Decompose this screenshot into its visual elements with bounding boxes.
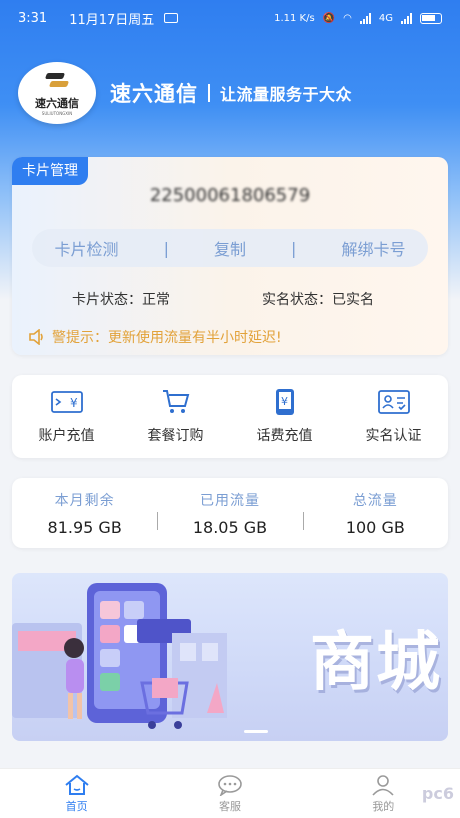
brand-header: 速六通信 SULIUTONGXIN 速六通信 让流量服务于大众 [18, 62, 352, 124]
used-flow: 已用流量 18.05 GB [157, 490, 302, 537]
card-manage-tag: 卡片管理 [12, 157, 88, 185]
user-icon [372, 774, 394, 796]
phone-recharge-button[interactable]: ¥ 话费充值 [230, 375, 339, 458]
ops-divider: | [163, 238, 169, 258]
network-type: 4G [378, 12, 393, 24]
tab-home[interactable]: 首页 [0, 769, 153, 818]
account-recharge-icon: ¥ [50, 389, 83, 415]
used-title: 已用流量 [199, 492, 260, 509]
notice-text: 警提示：更新使用流量有半小时延迟! [52, 330, 282, 346]
used-value: 18.05 GB [192, 517, 268, 537]
quick-actions: ¥ 账户充值 套餐订购 ¥ 话费充值 实名认证 [12, 375, 448, 458]
account-recharge-button[interactable]: ¥ 账户充值 [12, 375, 121, 458]
remaining-title: 本月剩余 [54, 492, 115, 509]
account-recharge-label: 账户充值 [38, 427, 95, 444]
realname-auth-label: 实名认证 [365, 427, 422, 444]
gallery-icon [164, 13, 179, 23]
id-card-icon [377, 389, 410, 415]
tab-service[interactable]: 客服 [153, 769, 306, 818]
brand-logo: 速六通信 SULIUTONGXIN [18, 62, 96, 124]
card-manage-panel: 卡片管理 22500061806579 卡片检测 | 复制 | 解绑卡号 卡片状… [12, 157, 448, 355]
watermark-logo: pc6 [421, 784, 454, 803]
wifi-icon: ◠ [343, 12, 352, 24]
phone-recharge-label: 话费充值 [256, 427, 313, 444]
mall-illustration [12, 583, 227, 729]
logo-mark-icon [42, 71, 72, 93]
realname-auth-button[interactable]: 实名认证 [339, 375, 448, 458]
card-ops-bar: 卡片检测 | 复制 | 解绑卡号 [32, 229, 428, 267]
brand-slogan: 让流量服务于大众 [220, 85, 353, 104]
mute-icon: 🔕 [322, 12, 336, 24]
copy-button[interactable]: 复制 [214, 236, 246, 260]
package-order-button[interactable]: 套餐订购 [121, 375, 230, 458]
speaker-icon [29, 329, 43, 345]
total-title: 总流量 [352, 492, 398, 509]
svg-text:¥: ¥ [281, 395, 288, 408]
total-value: 100 GB [345, 517, 405, 537]
status-bar: 3:31 11月17日周五 1.11 K/s 🔕 ◠ 4G [0, 0, 460, 36]
net-speed: 1.11 K/s [274, 12, 315, 24]
battery-icon [420, 12, 442, 24]
package-order-label: 套餐订购 [147, 427, 204, 444]
carousel-indicator[interactable] [244, 730, 268, 733]
phone-recharge-icon: ¥ [269, 388, 301, 415]
card-status: 卡片状态：正常 [72, 289, 170, 309]
cart-icon [160, 389, 192, 415]
brand-name: 速六通信 [110, 82, 198, 106]
status-date: 11月17日周五 [69, 12, 155, 28]
notice-bar: 警提示：更新使用流量有半小时延迟! [28, 327, 282, 347]
card-number: 22500061806579 [149, 185, 311, 206]
tab-home-label: 首页 [65, 799, 88, 813]
card-check-button[interactable]: 卡片检测 [55, 236, 119, 260]
status-time: 3:31 [18, 10, 48, 26]
signal-icon [359, 12, 371, 24]
realname-status-value: 已实名 [332, 292, 374, 308]
signal-icon-2 [401, 12, 412, 24]
tab-service-label: 客服 [218, 799, 241, 813]
realname-status: 实名状态：已实名 [262, 289, 374, 309]
svg-text:¥: ¥ [70, 396, 78, 410]
total-flow: 总流量 100 GB [302, 490, 448, 537]
card-status-value: 正常 [142, 292, 170, 308]
banner-title: 商城 [310, 626, 442, 700]
home-icon [65, 774, 89, 795]
bottom-tabbar: 首页 客服 我的 [0, 768, 460, 818]
brand-divider [208, 84, 210, 102]
unbind-button[interactable]: 解绑卡号 [341, 236, 405, 260]
data-usage-panel: 本月剩余 81.95 GB 已用流量 18.05 GB 总流量 100 GB [12, 478, 448, 548]
remaining-value: 81.95 GB [47, 517, 122, 537]
ops-divider: | [291, 238, 297, 258]
remaining-flow: 本月剩余 81.95 GB [12, 490, 157, 537]
logo-text: 速六通信 [35, 96, 79, 110]
card-status-label: 卡片状态： [72, 292, 142, 308]
tab-mine-label: 我的 [372, 799, 395, 813]
realname-status-label: 实名状态： [262, 292, 332, 308]
logo-subtext: SULIUTONGXIN [41, 110, 73, 116]
chat-icon [218, 774, 242, 796]
mall-banner[interactable]: 商城 [12, 573, 448, 741]
